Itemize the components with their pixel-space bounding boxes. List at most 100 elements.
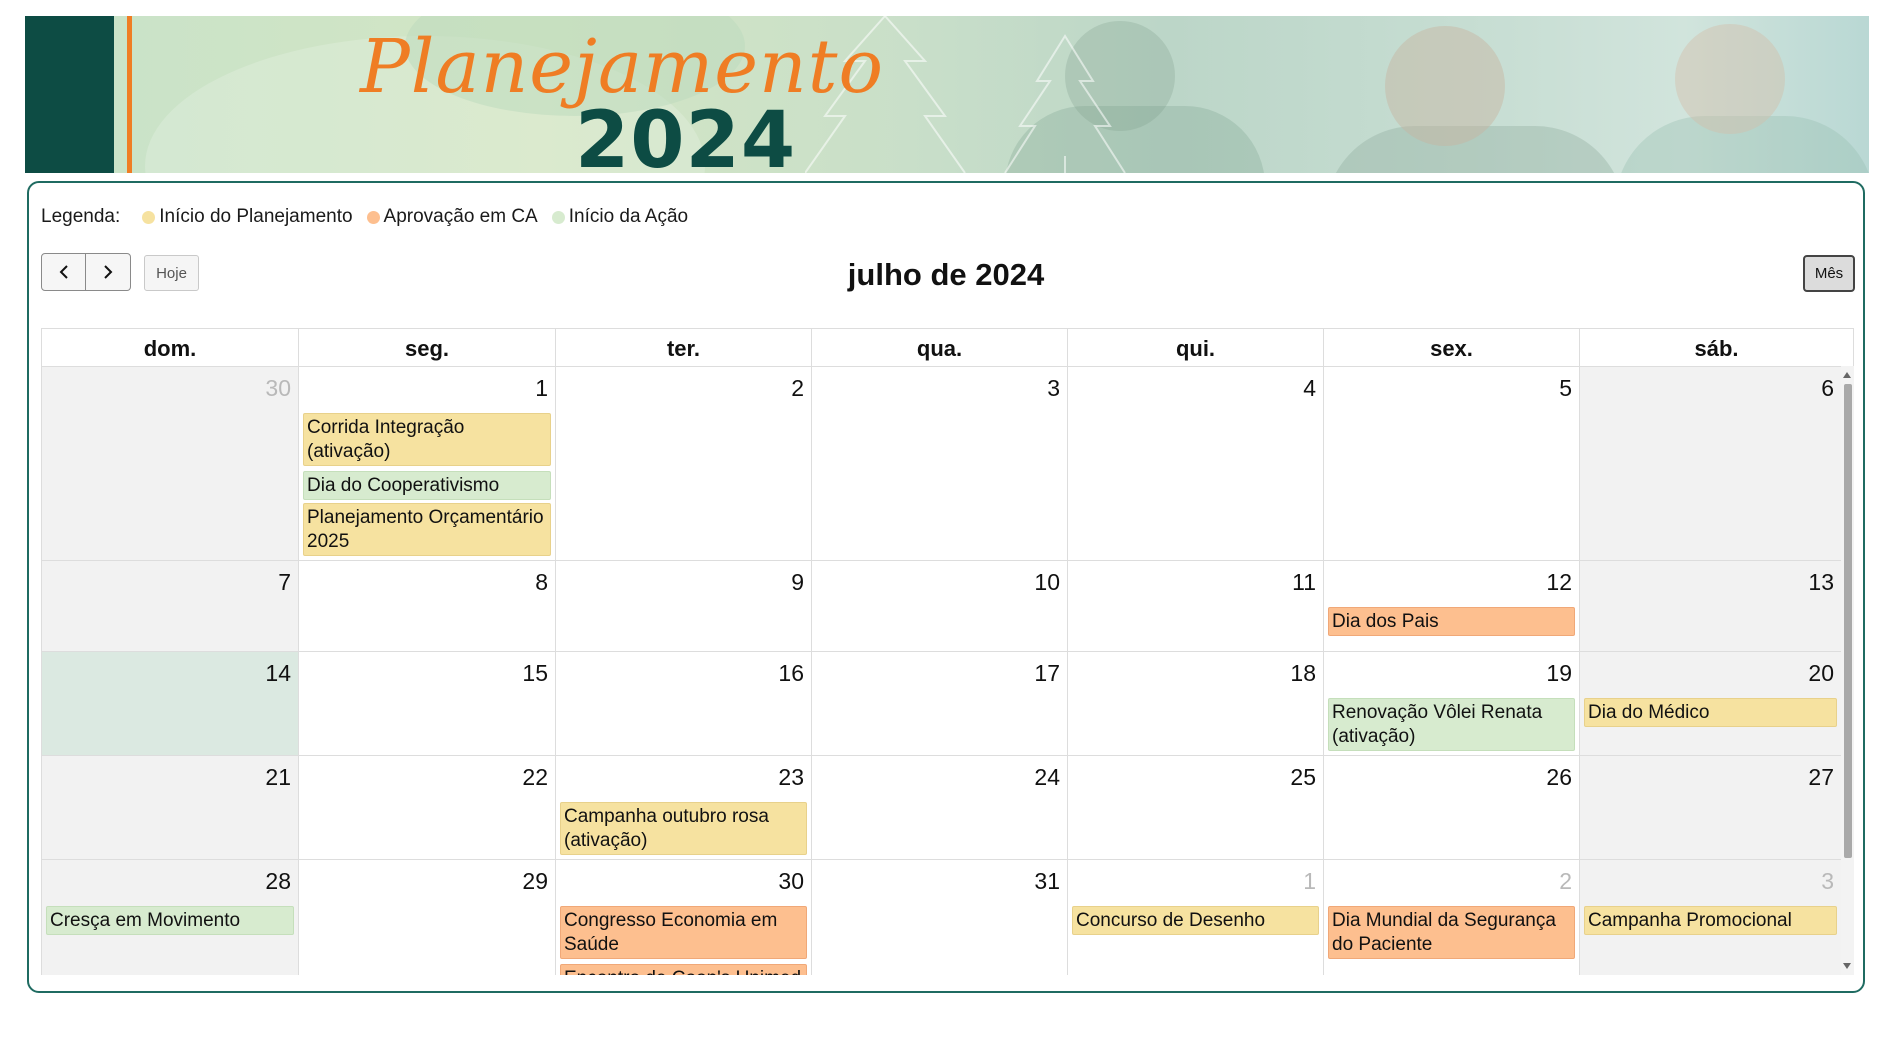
day-cell[interactable]: 5 — [1323, 367, 1579, 561]
day-cell[interactable]: 7 — [41, 561, 298, 652]
day-cell[interactable]: 19 Renovação Vôlei Renata (ativação) — [1323, 652, 1579, 756]
day-cell[interactable]: 28 Cresça em Movimento — [41, 860, 298, 975]
day-number[interactable]: 2 — [1559, 868, 1572, 895]
day-cell[interactable]: 22 — [298, 756, 555, 860]
day-number[interactable]: 28 — [265, 868, 291, 895]
day-number[interactable]: 30 — [778, 868, 804, 895]
calendar-event[interactable]: Campanha Promocional — [1584, 906, 1837, 935]
day-number[interactable]: 14 — [265, 660, 291, 687]
day-number[interactable]: 24 — [1034, 764, 1060, 791]
day-cell[interactable]: 25 — [1067, 756, 1323, 860]
scroll-thumb[interactable] — [1844, 384, 1852, 858]
week-row: 14 15 16 17 18 19 Renovação Vôlei Renata (ativ… — [41, 651, 1841, 756]
calendar-grid: dom. seg. ter. qua. qui. sex. sáb. 30 1 Corrida … — [41, 328, 1854, 975]
calendar-event[interactable]: Dia do Médico — [1584, 698, 1837, 727]
week-row: 21 22 23 Campanha outubro rosa (ativação) 24… — [41, 755, 1841, 860]
day-cell[interactable]: 2 Dia Mundial da Segurança do Paciente — [1323, 860, 1579, 975]
legend-label: Legenda: — [41, 206, 121, 227]
day-cell[interactable]: 21 — [41, 756, 298, 860]
day-cell[interactable]: 1 Corrida Integração (ativação) Dia do Coo… — [298, 367, 555, 561]
day-number[interactable]: 5 — [1559, 375, 1572, 402]
day-number[interactable]: 29 — [522, 868, 548, 895]
day-cell[interactable]: 1 Concurso de Desenho — [1067, 860, 1323, 975]
calendar-event[interactable]: Encontro de Coop's Unimed — [560, 964, 807, 975]
day-number[interactable]: 15 — [522, 660, 548, 687]
banner-photo-person — [1385, 26, 1505, 146]
day-number[interactable]: 22 — [522, 764, 548, 791]
day-cell[interactable]: 29 — [298, 860, 555, 975]
day-number[interactable]: 23 — [778, 764, 804, 791]
day-number[interactable]: 21 — [265, 764, 291, 791]
header-banner: Planejamento 2024 — [25, 16, 1869, 173]
day-number[interactable]: 31 — [1034, 868, 1060, 895]
calendar-event[interactable]: Campanha outubro rosa (ativação) — [560, 802, 807, 855]
day-number[interactable]: 25 — [1290, 764, 1316, 791]
day-cell[interactable]: 23 Campanha outubro rosa (ativação) — [555, 756, 811, 860]
day-number[interactable]: 17 — [1034, 660, 1060, 687]
day-number[interactable]: 9 — [791, 569, 804, 596]
legend-item-label: Início do Planejamento — [159, 206, 353, 227]
day-number[interactable]: 10 — [1034, 569, 1060, 596]
day-cell[interactable]: 14 — [41, 652, 298, 756]
day-cell[interactable]: 13 — [1579, 561, 1841, 652]
day-cell[interactable]: 11 — [1067, 561, 1323, 652]
day-number[interactable]: 16 — [778, 660, 804, 687]
scroll-up-icon[interactable] — [1843, 372, 1851, 378]
day-cell[interactable]: 18 — [1067, 652, 1323, 756]
day-cell[interactable]: 30 — [41, 367, 298, 561]
day-number[interactable]: 2 — [791, 375, 804, 402]
day-number[interactable]: 1 — [1303, 868, 1316, 895]
day-number[interactable]: 30 — [265, 375, 291, 402]
day-cell[interactable]: 26 — [1323, 756, 1579, 860]
day-cell[interactable]: 2 — [555, 367, 811, 561]
day-cell[interactable]: 9 — [555, 561, 811, 652]
day-cell[interactable]: 24 — [811, 756, 1067, 860]
legend-item-acao: Início da Ação — [551, 206, 688, 228]
day-cell[interactable]: 16 — [555, 652, 811, 756]
calendar-event[interactable]: Dia do Cooperativismo — [303, 471, 551, 500]
calendar-event[interactable]: Concurso de Desenho — [1072, 906, 1319, 935]
day-number[interactable]: 1 — [535, 375, 548, 402]
calendar-event[interactable]: Corrida Integração (ativação) — [303, 413, 551, 466]
day-cell[interactable]: 6 — [1579, 367, 1841, 561]
banner-year: 2024 — [575, 96, 797, 173]
day-number[interactable]: 19 — [1546, 660, 1572, 687]
day-cell[interactable]: 17 — [811, 652, 1067, 756]
calendar-event[interactable]: Planejamento Orçamentário 2025 — [303, 503, 551, 556]
day-cell[interactable]: 20 Dia do Médico — [1579, 652, 1841, 756]
day-cell[interactable]: 8 — [298, 561, 555, 652]
legend-dot-icon — [366, 210, 380, 224]
calendar-event[interactable]: Renovação Vôlei Renata (ativação) — [1328, 698, 1575, 751]
day-cell[interactable]: 12 Dia dos Pais — [1323, 561, 1579, 652]
scroll-down-icon[interactable] — [1843, 963, 1851, 969]
day-number[interactable]: 18 — [1290, 660, 1316, 687]
day-cell[interactable]: 3 Campanha Promocional — [1579, 860, 1841, 975]
day-number[interactable]: 11 — [1292, 569, 1316, 596]
calendar-event[interactable]: Congresso Economia em Saúde — [560, 906, 807, 959]
day-number[interactable]: 3 — [1821, 868, 1834, 895]
day-number[interactable]: 20 — [1808, 660, 1834, 687]
day-cell[interactable]: 15 — [298, 652, 555, 756]
calendar-event[interactable]: Cresça em Movimento — [46, 906, 294, 935]
day-number[interactable]: 7 — [278, 569, 291, 596]
day-cell[interactable]: 4 — [1067, 367, 1323, 561]
calendar-event[interactable]: Dia Mundial da Segurança do Paciente — [1328, 906, 1575, 959]
day-cell[interactable]: 27 — [1579, 756, 1841, 860]
day-number[interactable]: 27 — [1808, 764, 1834, 791]
day-number[interactable]: 6 — [1821, 375, 1834, 402]
day-number[interactable]: 4 — [1303, 375, 1316, 402]
weekday-header-row: dom. seg. ter. qua. qui. sex. sáb. — [41, 328, 1854, 367]
day-number[interactable]: 12 — [1546, 569, 1572, 596]
calendar-event[interactable]: Dia dos Pais — [1328, 607, 1575, 636]
day-number[interactable]: 8 — [535, 569, 548, 596]
day-number[interactable]: 3 — [1047, 375, 1060, 402]
day-cell[interactable]: 30 Congresso Economia em Saúde Encontro de… — [555, 860, 811, 975]
day-number[interactable]: 26 — [1546, 764, 1572, 791]
day-cell[interactable]: 10 — [811, 561, 1067, 652]
day-cell[interactable]: 3 — [811, 367, 1067, 561]
month-view-button[interactable]: Mês — [1803, 255, 1855, 292]
day-cell[interactable]: 31 — [811, 860, 1067, 975]
legend-item-planejamento: Início do Planejamento — [142, 206, 353, 228]
day-number[interactable]: 13 — [1808, 569, 1834, 596]
calendar-scrollbar[interactable] — [1841, 366, 1854, 975]
